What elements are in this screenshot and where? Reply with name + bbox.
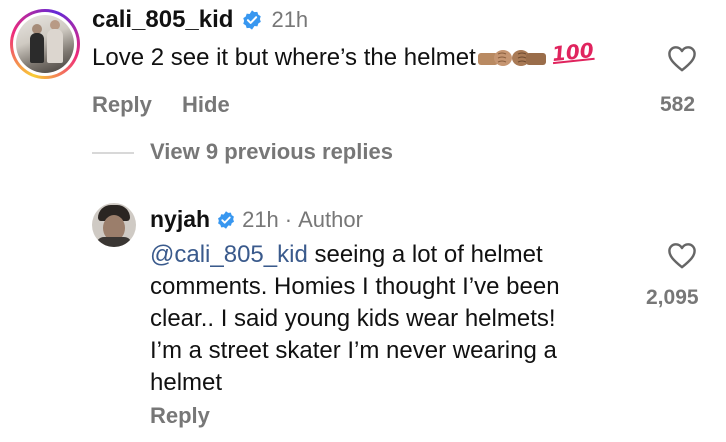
reply-reply-button[interactable]: Reply: [150, 403, 210, 429]
reply-line-4: I’m a street skater I’m never wearing a: [150, 337, 557, 364]
reply-button[interactable]: Reply: [92, 92, 152, 118]
replies-divider: [92, 152, 134, 154]
verified-badge-icon: [218, 210, 235, 229]
separator-dot: ·: [284, 206, 293, 232]
heart-icon[interactable]: [667, 45, 697, 73]
reply-header: nyjah 21h · Author: [150, 206, 363, 233]
comment-header: cali_805_kid 21h: [92, 6, 308, 34]
commenter-username[interactable]: cali_805_kid: [92, 6, 233, 34]
avatar-photo: [16, 15, 74, 73]
hide-button[interactable]: Hide: [182, 92, 230, 118]
view-previous-replies-button[interactable]: View 9 previous replies: [150, 139, 393, 165]
reply-like-count: 2,095: [646, 286, 699, 309]
author-label: Author: [298, 206, 363, 232]
reply-body: @cali_805_kid seeing a lot of helmet com…: [150, 239, 630, 399]
commenter-avatar[interactable]: [10, 9, 80, 79]
fist-bump-emoji: [477, 50, 546, 66]
reply-line-1: @cali_805_kid seeing a lot of helmet: [150, 241, 543, 268]
comment-text: Love 2 see it but where’s the helmet: [92, 44, 476, 71]
heart-icon[interactable]: [667, 242, 697, 270]
like-count: 582: [660, 93, 696, 116]
hundred-points-emoji: 100: [550, 37, 595, 67]
comment-body: Love 2 see it but where’s the helmet 100: [92, 38, 595, 74]
mention-link[interactable]: @cali_805_kid: [150, 241, 308, 268]
verified-badge-icon: [243, 10, 262, 30]
reply-line-2: comments. Homies I thought I’ve been: [150, 273, 560, 300]
reply-avatar[interactable]: [92, 203, 136, 247]
comment-timestamp: 21h: [271, 7, 309, 32]
reply-line-3: clear.. I said young kids wear helmets!: [150, 305, 556, 332]
reply-timestamp: 21h: [242, 206, 279, 232]
reply-username[interactable]: nyjah: [150, 206, 210, 233]
reply-line-5: helmet: [150, 369, 223, 396]
